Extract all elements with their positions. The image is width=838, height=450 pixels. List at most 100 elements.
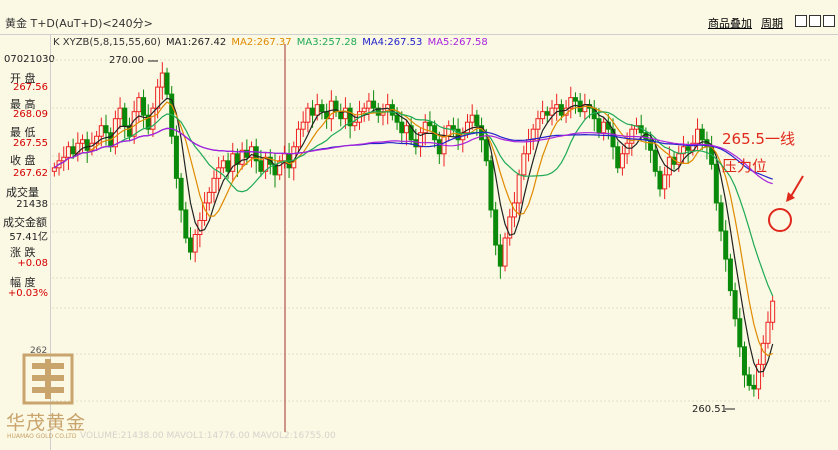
- legend-ma1: MA1:267.42: [166, 37, 227, 48]
- candle-100: [521, 153, 527, 176]
- candle-143: [723, 230, 729, 260]
- candle-19: [141, 97, 147, 116]
- candle-103: [535, 118, 541, 130]
- candle-34: [211, 177, 217, 193]
- candle-120: [615, 146, 621, 169]
- candle-62: [342, 107, 348, 120]
- candle-36: [220, 160, 226, 169]
- high-price-marker: 270.00: [109, 55, 144, 66]
- candle-54: [305, 107, 311, 123]
- candle-148: [746, 374, 752, 386]
- candle-10: [98, 125, 104, 137]
- candle-6: [80, 139, 86, 144]
- candlestick-chart: [51, 44, 832, 432]
- candle-137: [695, 128, 701, 144]
- brand-name-cn: 华茂黄金: [6, 412, 87, 434]
- candle-37: [225, 160, 231, 172]
- candle-89: [469, 114, 475, 123]
- candle-108: [558, 104, 564, 116]
- candle-66: [361, 107, 367, 113]
- candle-75: [403, 125, 409, 134]
- candle-24: [164, 72, 170, 95]
- candle-49: [281, 153, 287, 162]
- resistance-annotation-line1: 265.5一线: [722, 130, 795, 148]
- candle-30: [192, 234, 198, 253]
- candle-73: [394, 114, 400, 123]
- candle-144: [727, 258, 733, 292]
- candle-11: [103, 125, 109, 134]
- ma-legend: K XYZB(5,8,15,55,60) MA1:267.42 MA2:267.…: [53, 37, 490, 48]
- huamao-logo-icon: [22, 353, 74, 405]
- candle-57: [319, 104, 325, 113]
- candle-92: [483, 139, 489, 162]
- candle-128: [652, 149, 658, 172]
- candle-93: [488, 160, 494, 211]
- candle-151: [760, 342, 766, 365]
- candle-55: [310, 107, 316, 116]
- candle-85: [450, 125, 456, 130]
- candle-23: [159, 72, 165, 88]
- candle-82: [436, 139, 442, 155]
- legend-ma2: MA2:267.37: [231, 37, 292, 48]
- candle-15: [122, 107, 128, 127]
- resistance-arrow: [789, 175, 804, 199]
- candle-152: [765, 321, 771, 344]
- low-price-marker: 260.51: [692, 404, 727, 415]
- candle-147: [741, 346, 747, 376]
- candle-80: [427, 121, 433, 127]
- resistance-circle: [768, 208, 792, 232]
- candle-138: [699, 128, 705, 141]
- candle-7: [84, 139, 90, 151]
- candle-130: [662, 174, 668, 190]
- candle-90: [474, 114, 480, 127]
- candle-18: [136, 97, 142, 113]
- candle-68: [371, 100, 377, 109]
- candle-29: [187, 237, 193, 253]
- candle-102: [530, 128, 536, 141]
- candle-27: [178, 177, 184, 211]
- candle-117: [601, 121, 607, 134]
- candle-0: [51, 167, 57, 172]
- candle-52: [295, 128, 301, 148]
- candle-14: [117, 107, 123, 120]
- candle-111: [572, 97, 578, 102]
- candle-94: [493, 209, 499, 246]
- candle-95: [497, 244, 503, 267]
- candle-44: [258, 160, 264, 172]
- candle-129: [657, 170, 663, 190]
- candle-135: [685, 146, 691, 151]
- candle-149: [751, 384, 757, 390]
- candle-107: [554, 104, 560, 109]
- candle-26: [173, 135, 179, 179]
- candle-33: [206, 191, 212, 204]
- candle-96: [502, 237, 508, 267]
- legend-ma5: MA5:267.58: [427, 37, 488, 48]
- candle-145: [732, 290, 738, 320]
- candle-104: [540, 111, 546, 120]
- candle-4: [70, 146, 76, 155]
- candle-142: [718, 202, 724, 232]
- candle-64: [352, 121, 358, 127]
- candle-79: [422, 121, 428, 134]
- candle-3: [65, 146, 71, 158]
- resistance-annotation-line2: 压力位: [722, 157, 768, 175]
- candle-106: [549, 107, 555, 116]
- candle-131: [666, 156, 672, 176]
- candle-141: [713, 163, 719, 204]
- candle-105: [544, 111, 550, 116]
- volume-indicator-footer: VOLUME:21438.00 MAVOL1:14776.00 MAVOL2:1…: [80, 431, 336, 441]
- legend-ma4: MA4:267.53: [362, 37, 423, 48]
- legend-prefix: K XYZB(5,8,15,55,60): [53, 37, 161, 48]
- candle-28: [183, 209, 189, 239]
- candle-146: [737, 318, 743, 348]
- candle-153: [770, 300, 776, 323]
- candle-99: [516, 174, 522, 204]
- candle-53: [300, 121, 306, 130]
- legend-ma3: MA3:257.28: [296, 37, 357, 48]
- candle-74: [399, 121, 405, 134]
- candle-56: [314, 104, 320, 116]
- candle-116: [596, 118, 602, 134]
- candle-40: [239, 149, 245, 165]
- candle-121: [619, 153, 625, 169]
- brand-name-en: HUAMAO GOLD CO.LTD: [7, 433, 77, 440]
